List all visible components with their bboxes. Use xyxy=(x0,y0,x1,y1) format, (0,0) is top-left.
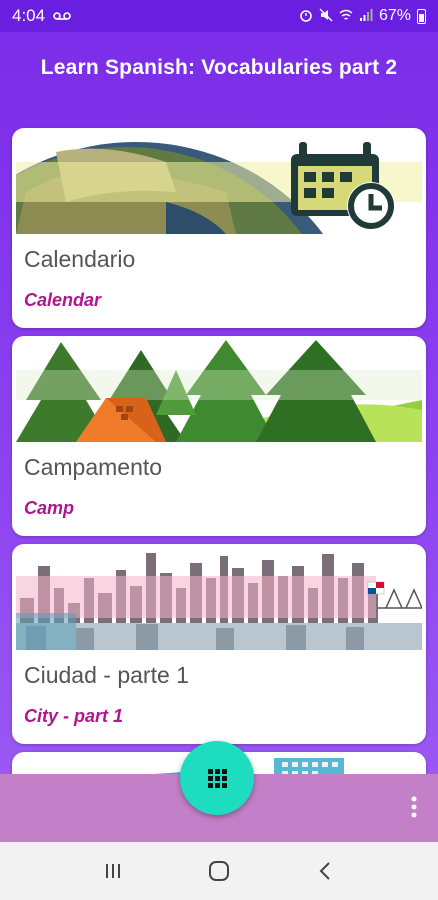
voicemail-icon xyxy=(53,9,71,23)
card-ciudad-parte-1[interactable]: Ciudad - parte 1 City - part 1 xyxy=(12,544,426,744)
status-time: 4:04 xyxy=(12,6,46,25)
app-bar: Learn Spanish: Vocabularies part 2 xyxy=(0,32,438,104)
app-root: 4:04 67% Learn Spanish: Vocabularies par… xyxy=(0,0,438,900)
mute-icon xyxy=(319,8,333,24)
camp-forest-image xyxy=(16,340,422,442)
card-title: Campamento xyxy=(24,454,163,480)
back-icon[interactable] xyxy=(305,851,345,891)
grid-icon xyxy=(207,768,227,788)
alarm-icon xyxy=(299,8,313,24)
calendar-earth-image xyxy=(16,132,422,234)
card-subtitle: Camp xyxy=(24,498,75,518)
more-vertical-icon[interactable] xyxy=(404,796,424,824)
card-campamento[interactable]: Campamento Camp xyxy=(12,336,426,536)
city-skyline-image xyxy=(16,548,422,650)
wifi-icon xyxy=(339,8,353,24)
status-bar: 4:04 67% xyxy=(0,0,438,32)
battery-icon xyxy=(417,8,426,24)
signal-icon xyxy=(359,8,373,24)
card-title: Calendario xyxy=(24,246,136,272)
home-icon[interactable] xyxy=(199,851,239,891)
grid-menu-button[interactable] xyxy=(180,741,254,815)
vocabulary-list[interactable]: Calendario Calendar Campamento Camp Ciud… xyxy=(0,104,438,774)
status-left: 4:04 xyxy=(12,6,71,26)
recent-apps-icon[interactable] xyxy=(93,851,133,891)
card-title: Ciudad - parte 1 xyxy=(24,662,189,688)
system-nav-bar xyxy=(0,842,438,900)
card-subtitle: Calendar xyxy=(24,290,102,310)
app-title: Learn Spanish: Vocabularies part 2 xyxy=(40,56,398,79)
status-right: 67% xyxy=(299,7,426,25)
card-subtitle: City - part 1 xyxy=(24,706,124,726)
panama-flag-icon xyxy=(367,581,385,595)
battery-percent: 67% xyxy=(378,7,411,24)
card-calendario[interactable]: Calendario Calendar xyxy=(12,128,426,328)
